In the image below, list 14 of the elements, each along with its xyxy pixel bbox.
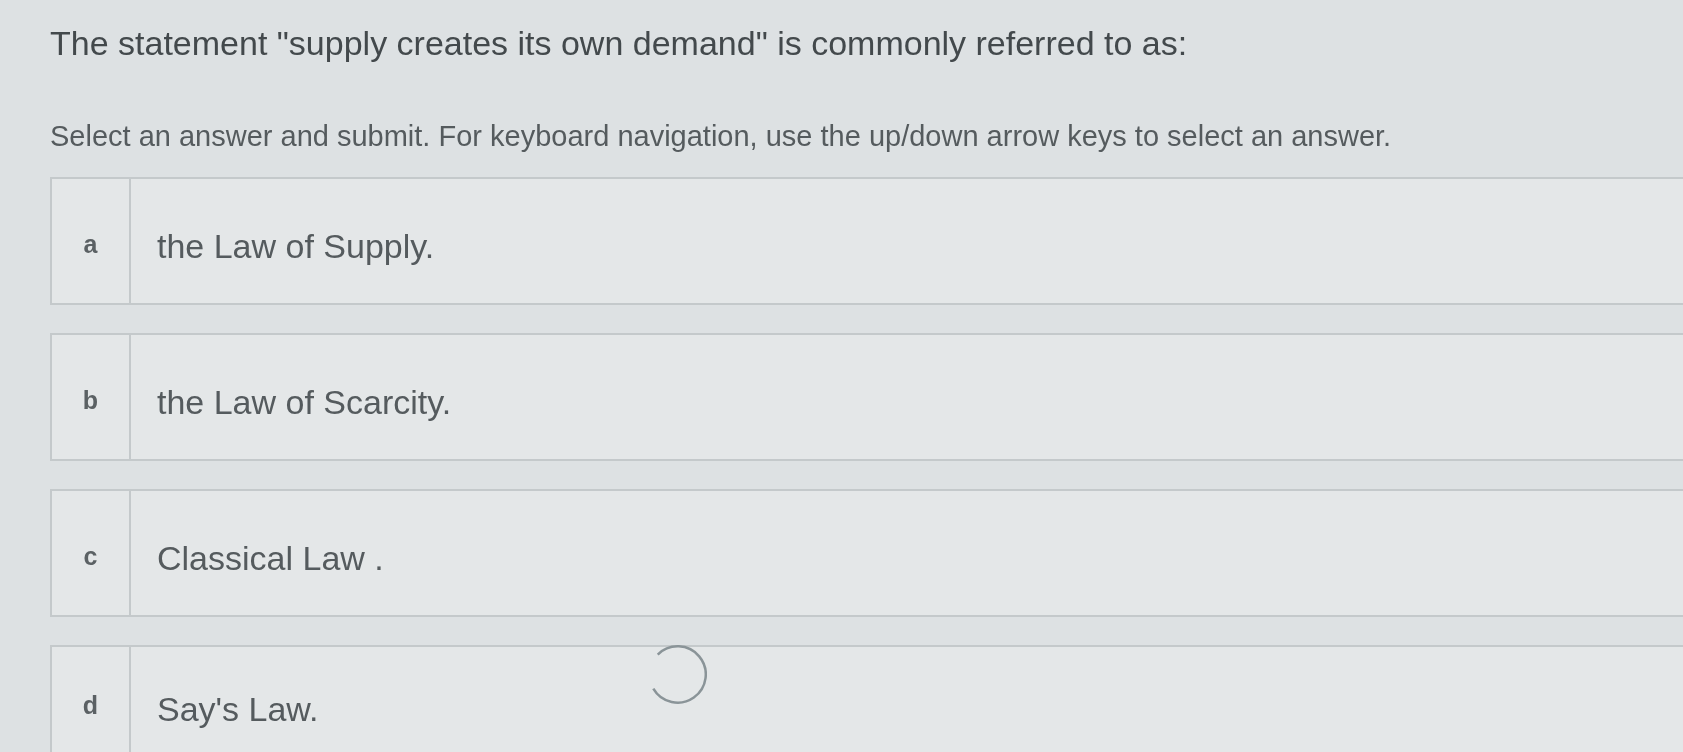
option-letter: a: [52, 179, 131, 303]
option-text: the Law of Scarcity.: [157, 382, 452, 422]
answer-option[interactable]: b the Law of Scarcity.: [50, 333, 1683, 461]
option-text: the Law of Supply.: [157, 226, 435, 266]
answer-option[interactable]: a the Law of Supply.: [50, 177, 1683, 305]
question-text: The statement "supply creates its own demand" is commonly referred to as:: [50, 23, 1188, 63]
instructions-text: Select an answer and submit. For keyboard navigation, use the up/down arrow keys to select an answer.: [50, 119, 1392, 153]
option-letter: b: [52, 335, 131, 459]
option-letter: c: [52, 491, 131, 615]
answer-option[interactable]: c Classical Law .: [50, 489, 1683, 617]
answer-option[interactable]: d Say's Law.: [50, 645, 1683, 752]
option-text: Say's Law.: [157, 689, 319, 729]
option-letter: d: [52, 647, 131, 752]
option-text: Classical Law .: [157, 538, 384, 578]
